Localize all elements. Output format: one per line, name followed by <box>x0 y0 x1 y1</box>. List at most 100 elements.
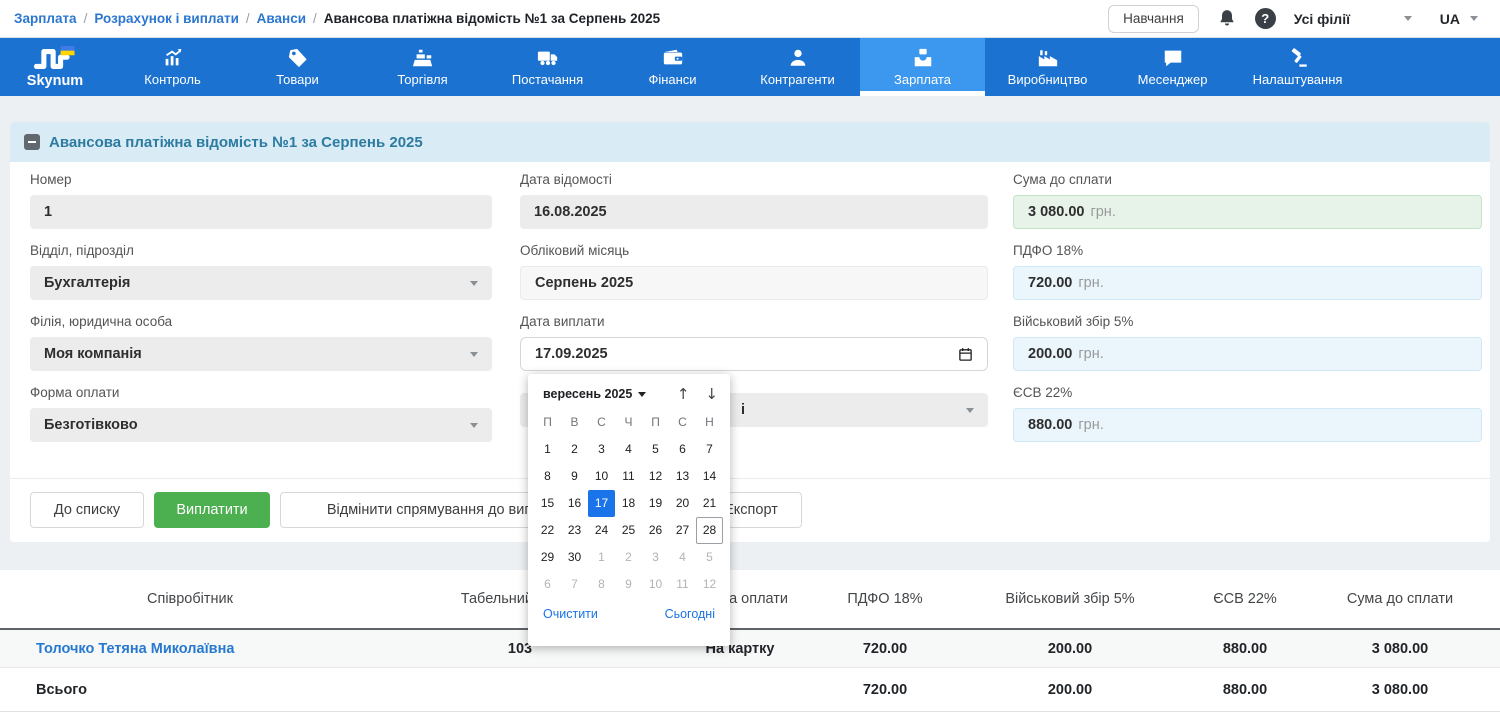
number-input[interactable]: 1 <box>30 195 492 229</box>
accounting-month-input[interactable]: Серпень 2025 <box>520 266 988 300</box>
day-cell[interactable]: 30 <box>561 544 588 571</box>
day-cell[interactable]: 6 <box>669 436 696 463</box>
day-cell[interactable]: 20 <box>669 490 696 517</box>
month-select[interactable]: вересень 2025 <box>543 387 646 401</box>
day-cell[interactable]: 4 <box>669 544 696 571</box>
nav-item-tools[interactable]: Налаштування <box>1235 38 1360 96</box>
day-cell[interactable]: 1 <box>588 544 615 571</box>
nav-item-wallet[interactable]: Фінанси <box>610 38 735 96</box>
day-cell[interactable]: 18 <box>615 490 642 517</box>
nav-item-tag[interactable]: Товари <box>235 38 360 96</box>
day-cell[interactable]: 9 <box>615 571 642 598</box>
nav-item-person[interactable]: Контрагенти <box>735 38 860 96</box>
help-icon[interactable]: ? <box>1255 8 1276 29</box>
nav-item-factory[interactable]: Виробництво <box>985 38 1110 96</box>
esv-box: 880.00 грн. <box>1013 408 1482 442</box>
day-cell[interactable]: 5 <box>696 544 723 571</box>
employees-table: СпівробітникТабельний номерФорма оплатиП… <box>0 570 1500 715</box>
calendar-icon[interactable] <box>958 347 973 362</box>
day-cell[interactable]: 9 <box>561 463 588 490</box>
breadcrumb-link[interactable]: Зарплата <box>14 11 77 26</box>
language-select[interactable]: UA <box>1440 11 1478 27</box>
day-cell[interactable]: 21 <box>696 490 723 517</box>
day-cell[interactable]: 23 <box>561 517 588 544</box>
day-cell[interactable]: 10 <box>588 463 615 490</box>
calendar-week: 293012345 <box>534 544 724 571</box>
day-cell-today[interactable]: 28 <box>696 517 723 544</box>
day-cell[interactable]: 11 <box>669 571 696 598</box>
day-cell[interactable]: 25 <box>615 517 642 544</box>
day-cell[interactable]: 2 <box>615 544 642 571</box>
day-cell[interactable]: 13 <box>669 463 696 490</box>
department-select[interactable]: Бухгалтерія <box>30 266 492 300</box>
chevron-down-icon <box>470 423 478 428</box>
day-cell[interactable]: 12 <box>642 463 669 490</box>
chevron-down-icon <box>1404 16 1412 21</box>
field-statement-date: Дата відомості 16.08.2025 <box>520 172 988 229</box>
nav-item-chat[interactable]: Месенджер <box>1110 38 1235 96</box>
logo[interactable]: Skynum <box>0 38 110 96</box>
day-cell[interactable]: 1 <box>534 436 561 463</box>
day-cell[interactable]: 15 <box>534 490 561 517</box>
nav-item-chart[interactable]: Контроль <box>110 38 235 96</box>
training-button[interactable]: Навчання <box>1108 5 1199 33</box>
minus-square-icon[interactable] <box>24 134 40 150</box>
day-cell[interactable]: 22 <box>534 517 561 544</box>
today-link[interactable]: Сьогодні <box>665 607 715 621</box>
calendar-week: 891011121314 <box>534 463 724 490</box>
branch-select[interactable]: Усі філії <box>1294 11 1412 27</box>
nav-item-label: Контрагенти <box>760 72 834 87</box>
day-cell[interactable]: 12 <box>696 571 723 598</box>
day-cell[interactable]: 3 <box>642 544 669 571</box>
clear-link[interactable]: Очистити <box>543 607 598 621</box>
day-cell[interactable]: 8 <box>588 571 615 598</box>
employee-link[interactable]: Толочко Тетяна Миколаївна <box>36 641 234 657</box>
table-cell: 720.00 <box>820 641 950 657</box>
breadcrumb-link[interactable]: Розрахунок і виплати <box>94 11 239 26</box>
branch-company-select[interactable]: Моя компанія <box>30 337 492 371</box>
day-cell[interactable]: 16 <box>561 490 588 517</box>
day-cell[interactable]: 10 <box>642 571 669 598</box>
day-cell[interactable]: 5 <box>642 436 669 463</box>
back-to-list-button[interactable]: До списку <box>30 492 144 528</box>
nav-item-truck[interactable]: Постачання <box>485 38 610 96</box>
day-cell[interactable]: 8 <box>534 463 561 490</box>
day-cell[interactable]: 7 <box>696 436 723 463</box>
payment-form-select[interactable]: Безготівково <box>30 408 492 442</box>
statement-date-input[interactable]: 16.08.2025 <box>520 195 988 229</box>
day-cell[interactable]: 4 <box>615 436 642 463</box>
day-cell[interactable]: 29 <box>534 544 561 571</box>
total-cell: 200.00 <box>950 682 1190 698</box>
salary-icon <box>912 47 934 69</box>
nav-item-cash-register[interactable]: Торгівля <box>360 38 485 96</box>
arrow-down-icon[interactable]: ↓ <box>705 385 718 403</box>
date-picker-header: вересень 2025 ↑ ↓ <box>528 374 730 407</box>
day-cell-selected[interactable]: 17 <box>588 490 615 517</box>
chevron-down-icon <box>470 281 478 286</box>
total-label: Всього <box>0 682 380 698</box>
table-cell: Толочко Тетяна Миколаївна <box>0 641 380 657</box>
arrow-up-icon[interactable]: ↑ <box>677 385 690 403</box>
day-cell[interactable]: 26 <box>642 517 669 544</box>
bell-icon[interactable] <box>1217 8 1237 29</box>
day-cell[interactable]: 14 <box>696 463 723 490</box>
day-cell[interactable]: 27 <box>669 517 696 544</box>
day-cell[interactable]: 7 <box>561 571 588 598</box>
day-cell[interactable]: 2 <box>561 436 588 463</box>
day-cell[interactable]: 6 <box>534 571 561 598</box>
field-label: Сума до сплати <box>1013 172 1482 187</box>
app-root: Зарплата/Розрахунок і виплати/Аванси/Ава… <box>0 0 1500 715</box>
payout-date-input[interactable]: 17.09.2025 <box>520 337 988 371</box>
day-cell[interactable]: 24 <box>588 517 615 544</box>
help-glyph: ? <box>1255 8 1276 29</box>
breadcrumb-link[interactable]: Аванси <box>257 11 306 26</box>
day-cell[interactable]: 11 <box>615 463 642 490</box>
field-label: ПДФО 18% <box>1013 243 1482 258</box>
day-cell[interactable]: 19 <box>642 490 669 517</box>
breadcrumb-current: Авансова платіжна відомість №1 за Серпен… <box>324 11 660 26</box>
military-tax-value: 200.00 <box>1028 346 1072 362</box>
day-cell[interactable]: 3 <box>588 436 615 463</box>
nav-item-salary[interactable]: Зарплата <box>860 38 985 96</box>
accounting-month-value: Серпень 2025 <box>535 275 633 291</box>
pay-button[interactable]: Виплатити <box>154 492 270 528</box>
